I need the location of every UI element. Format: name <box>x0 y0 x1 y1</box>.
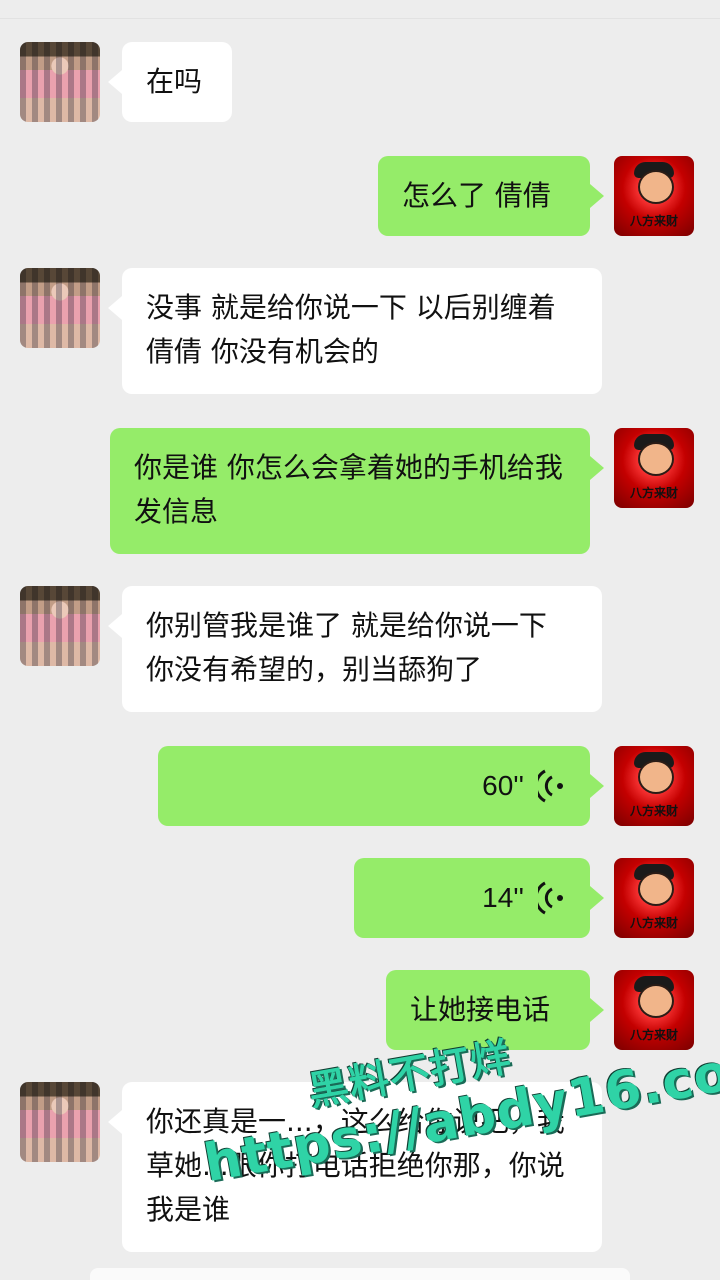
avatar-face <box>638 872 674 906</box>
voice-message: 14'' <box>378 858 566 938</box>
voice-message-bubble[interactable]: 60'' <box>158 746 604 826</box>
contact-avatar[interactable] <box>20 268 100 348</box>
avatar-caption: 八方来财 <box>629 804 678 818</box>
message-bubble-incoming[interactable]: 没事 就是给你说一下 以后别缠着倩倩 你没有机会的 <box>108 268 602 394</box>
avatar-face <box>638 984 674 1018</box>
my-avatar[interactable]: 八方来财 <box>614 156 694 236</box>
avatar-caption: 八方来财 <box>629 214 678 228</box>
message-text: 你还真是一...，这么给你说把，我草她...跟你打电话拒绝你那，你说我是谁 <box>146 1105 565 1226</box>
my-avatar[interactable]: 八方来财 <box>614 858 694 938</box>
message-bubble-incoming[interactable]: 你还真是一...，这么给你说把，我草她...跟你打电话拒绝你那，你说我是谁 <box>108 1082 602 1252</box>
avatar-caption: 八方来财 <box>629 916 678 930</box>
voice-message-bubble[interactable]: 14'' <box>354 858 604 938</box>
avatar-caption: 八方来财 <box>629 486 678 500</box>
my-avatar[interactable]: 八方来财 <box>614 428 694 508</box>
message-text: 怎么了 倩倩 <box>402 179 551 212</box>
message-bubble-outgoing[interactable]: 让她接电话 <box>386 970 604 1050</box>
avatar-face <box>638 170 674 204</box>
message-bubble-incoming[interactable]: 在吗 <box>108 42 232 122</box>
contact-avatar[interactable] <box>20 586 100 666</box>
message-text: 在吗 <box>146 65 203 98</box>
message-text: 没事 就是给你说一下 以后别缠着倩倩 你没有机会的 <box>146 291 556 368</box>
my-avatar[interactable]: 八方来财 <box>614 746 694 826</box>
top-divider <box>0 0 720 19</box>
avatar-face <box>638 442 674 476</box>
message-bubble-incoming[interactable]: 你别管我是谁了 就是给你说一下 你没有希望的，别当舔狗了 <box>108 586 602 712</box>
voice-duration: 60'' <box>482 770 524 801</box>
message-text: 让她接电话 <box>410 993 551 1026</box>
avatar-face <box>638 760 674 794</box>
contact-avatar[interactable] <box>20 1082 100 1162</box>
voice-duration: 14'' <box>482 882 524 913</box>
message-bubble-outgoing[interactable]: 你是谁 你怎么会拿着她的手机给我发信息 <box>110 428 604 554</box>
avatar-caption: 八方来财 <box>629 1028 678 1042</box>
voice-wave-icon <box>538 881 563 915</box>
voice-wave-icon <box>538 769 563 803</box>
voice-message: 60'' <box>182 746 566 826</box>
my-avatar[interactable]: 八方来财 <box>614 970 694 1050</box>
message-bubble-outgoing[interactable]: 怎么了 倩倩 <box>378 156 604 236</box>
input-bar-edge <box>90 1268 630 1280</box>
message-text: 你是谁 你怎么会拿着她的手机给我发信息 <box>134 451 563 528</box>
contact-avatar[interactable] <box>20 42 100 122</box>
message-text: 你别管我是谁了 就是给你说一下 你没有希望的，别当舔狗了 <box>146 609 547 686</box>
